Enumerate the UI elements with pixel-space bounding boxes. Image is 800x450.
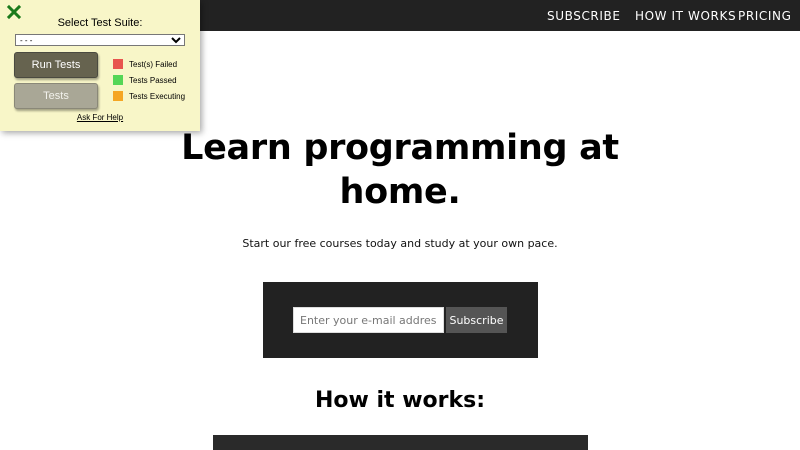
legend-label-executing: Tests Executing [129,91,186,101]
hero-title: Learn programming at home. [181,128,619,212]
email-input[interactable] [293,307,444,333]
panel-title: Select Test Suite: [57,17,143,29]
tests-button[interactable]: Tests [14,83,98,109]
executing-swatch [113,91,123,101]
hero-subtitle: Start our free courses today and study a… [242,237,558,250]
subscribe-form: Subscribe [263,282,538,358]
legend-item-failed: Test(s) Failed [113,56,185,72]
nav-link-subscribe[interactable]: SUBSCRIBE [547,9,621,23]
legend-label-passed: Tests Passed [129,75,177,85]
test-suite-panel: Select Test Suite: - - - Run Tests Tests… [0,0,200,131]
ask-for-help-link[interactable]: Ask For Help [0,113,200,122]
legend-item-executing: Tests Executing [113,88,185,104]
run-tests-button[interactable]: Run Tests [14,52,98,78]
subscribe-button[interactable]: Subscribe [446,307,507,333]
passed-swatch [113,75,123,85]
legend-label-failed: Test(s) Failed [129,59,178,69]
how-it-works-heading: How it works: [314,388,486,413]
test-suite-select[interactable]: - - - [15,34,185,46]
how-it-works-panel [213,435,588,450]
nav-link-pricing[interactable]: PRICING [738,9,792,23]
legend-item-passed: Tests Passed [113,72,185,88]
nav-link-how-it-works[interactable]: HOW IT WORKS [635,9,736,23]
failed-swatch [113,59,123,69]
test-status-legend: Test(s) Failed Tests Passed Tests Execut… [113,56,185,104]
